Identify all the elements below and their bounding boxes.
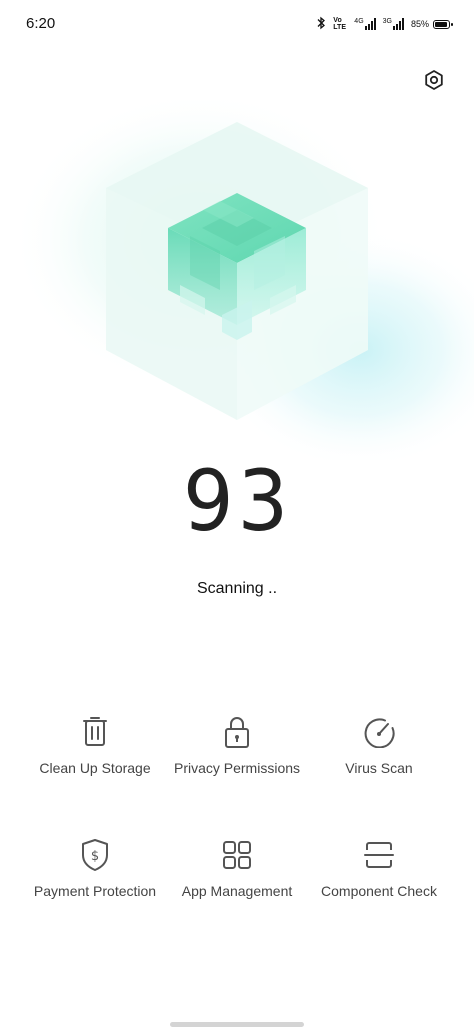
score-value: 93 [182, 452, 292, 550]
bluetooth-icon [316, 16, 326, 32]
scan-status-text: Scanning .. [196, 580, 278, 597]
feature-label: Component Check [321, 883, 437, 899]
net1-label: 4G [354, 18, 364, 25]
lock-icon [158, 714, 316, 750]
battery-percent: 85% [410, 19, 429, 29]
security-score: 93 [0, 452, 474, 550]
feature-label: Privacy Permissions [173, 760, 301, 776]
scan-illustration [0, 90, 474, 470]
settings-button[interactable] [418, 64, 450, 96]
trash-icon [16, 714, 174, 750]
net2-label: 3G [382, 18, 392, 25]
status-time: 6:20 [26, 15, 56, 32]
feature-virus-scan[interactable]: Virus Scan [300, 714, 458, 814]
feature-component-check[interactable]: Component Check [300, 837, 458, 937]
signal-4g-icon: 4G [354, 18, 376, 30]
signal-3g-icon: 3G [383, 18, 404, 30]
feature-clean-up-storage[interactable]: Clean Up Storage [16, 714, 174, 814]
svg-text:$: $ [91, 849, 99, 864]
status-bar: 6:20 Vo LTE 4G 3G 85% [0, 0, 474, 48]
feature-privacy-permissions[interactable]: Privacy Permissions [158, 714, 316, 814]
settings-gear-icon [425, 70, 443, 90]
feature-app-management[interactable]: App Management [158, 837, 316, 937]
feature-label: Virus Scan [345, 760, 413, 776]
speedometer-icon [300, 714, 458, 750]
status-icons: Vo LTE 4G 3G 85% [316, 15, 453, 33]
feature-label: Payment Protection [33, 883, 157, 899]
battery-icon [433, 19, 453, 29]
grid-icon [158, 837, 316, 873]
feature-label: Clean Up Storage [39, 760, 151, 776]
home-indicator[interactable] [170, 1022, 304, 1027]
scan-frame-icon [300, 837, 458, 873]
volte-label: Vo LTE [333, 17, 346, 31]
shield-dollar-icon: $ [16, 837, 174, 873]
feature-label: App Management [181, 883, 293, 899]
feature-payment-protection[interactable]: $ Payment Protection [16, 837, 174, 937]
